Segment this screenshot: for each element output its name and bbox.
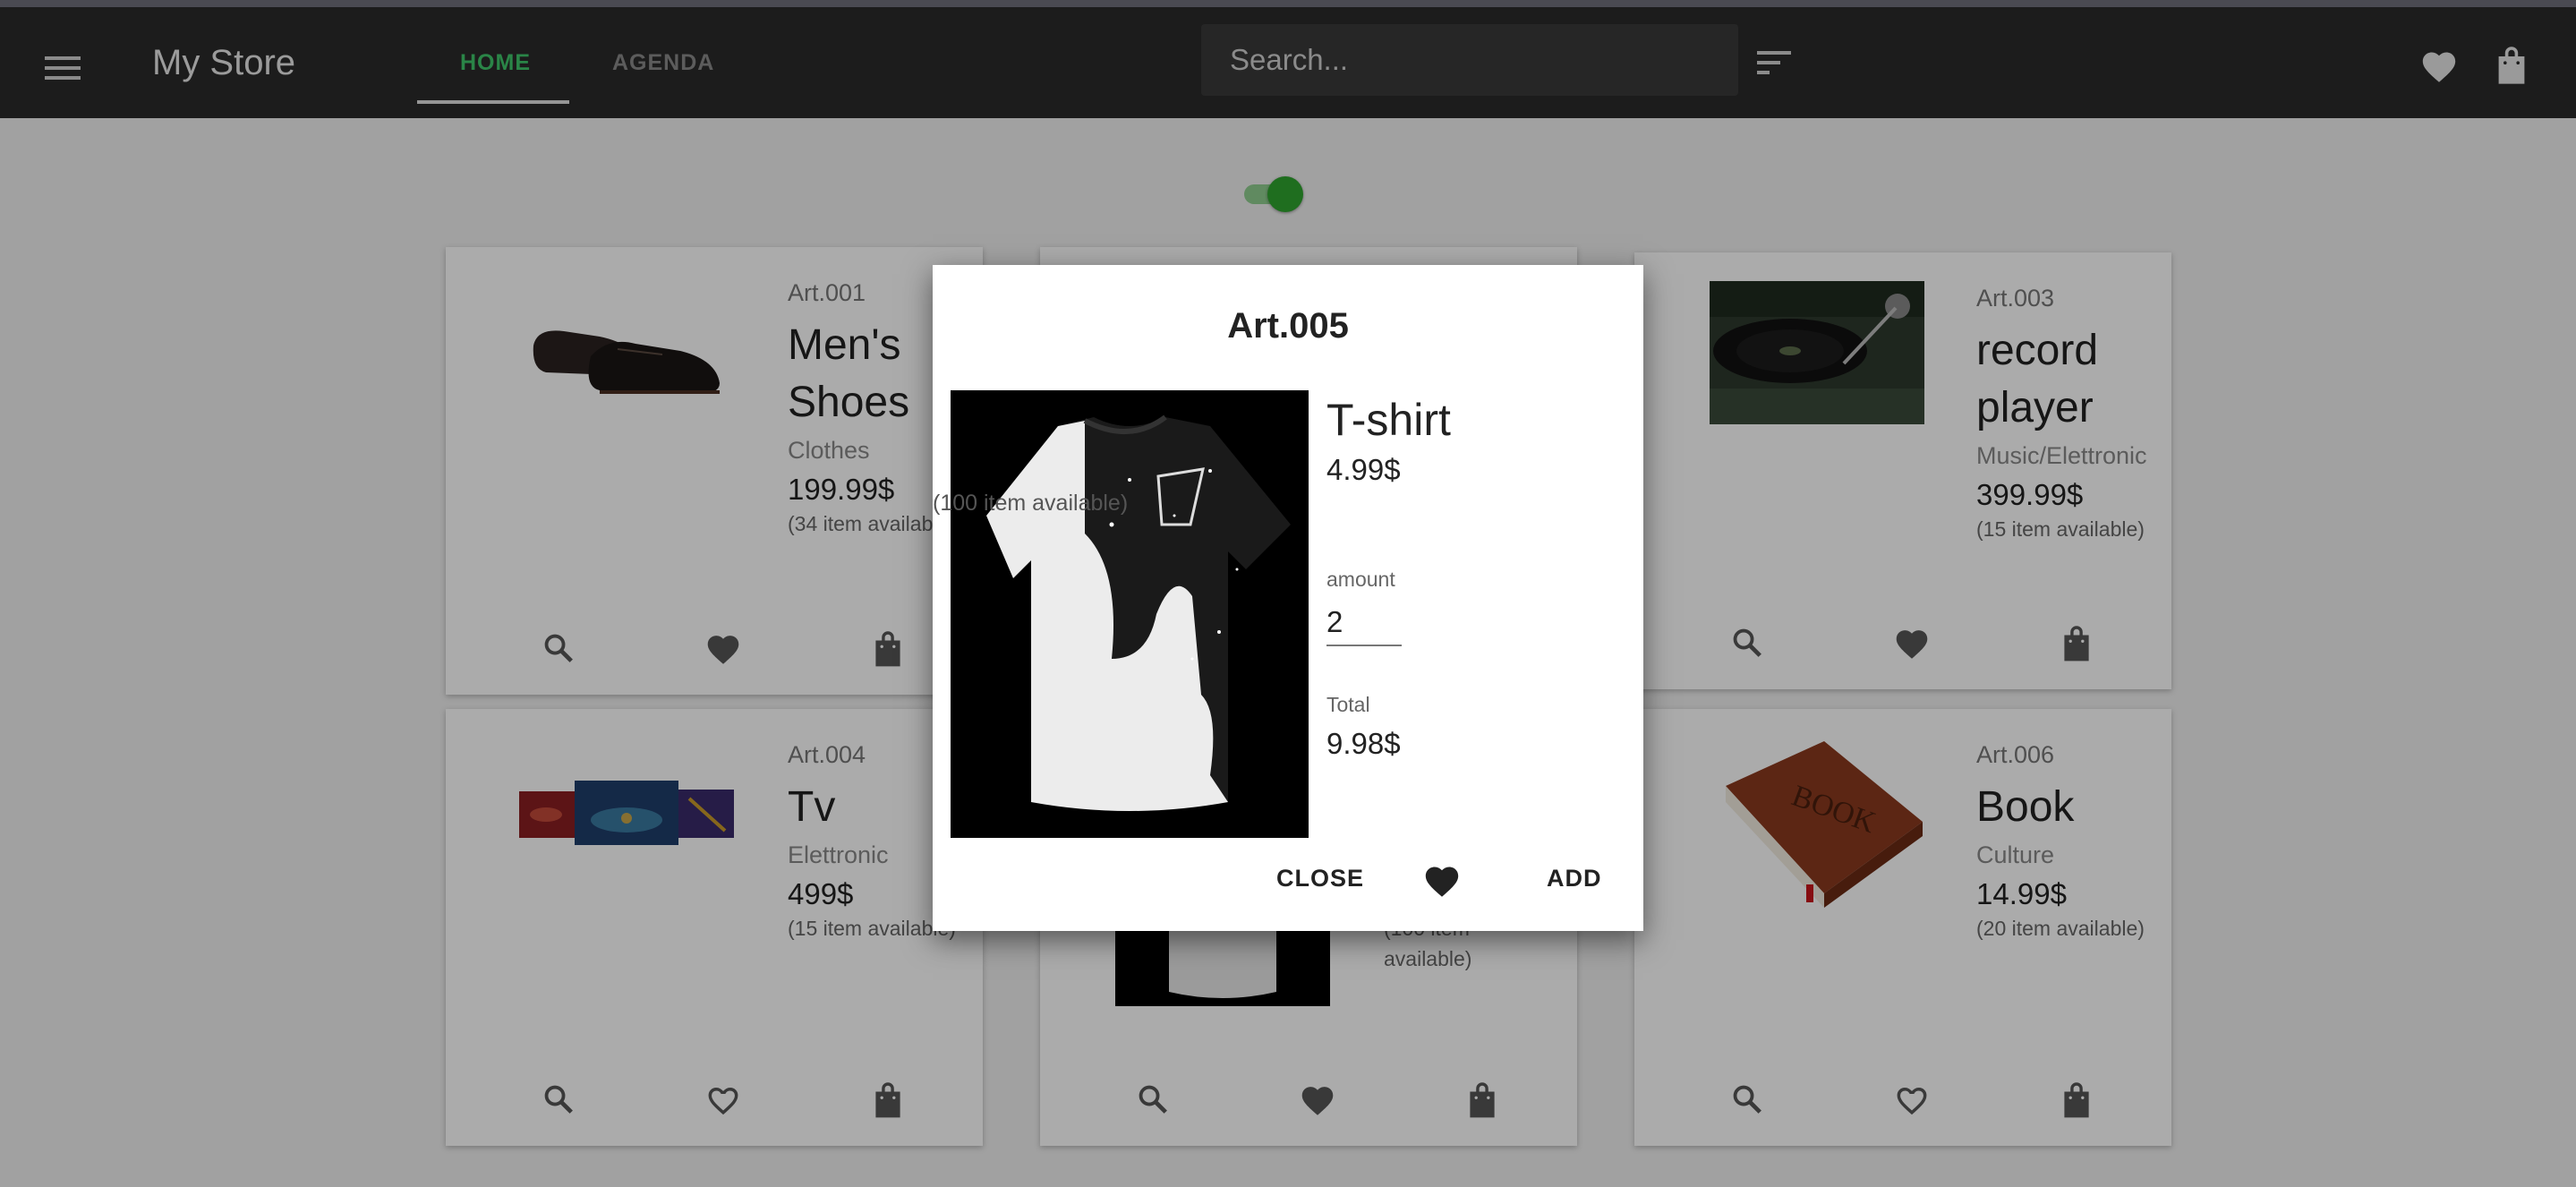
dialog-product-price: 4.99$ — [1326, 453, 1401, 486]
total-value: 9.98$ — [1326, 727, 1401, 760]
dialog-product-image — [951, 390, 1309, 838]
heart-filled-icon — [1425, 867, 1459, 897]
tshirt-image — [951, 390, 1309, 838]
dialog-product-availability: (100 item available) — [933, 491, 1129, 516]
window-top-strip — [0, 0, 2576, 7]
dialog-product-name: T-shirt — [1326, 395, 1451, 445]
amount-input[interactable] — [1326, 600, 1402, 645]
amount-field — [1326, 600, 1402, 646]
add-to-cart-button[interactable]: ADD — [1547, 865, 1602, 892]
total-label: Total — [1326, 693, 1370, 716]
dialog-title: Art.005 — [1227, 306, 1349, 346]
dialog-favorite-button[interactable] — [1421, 859, 1463, 901]
product-dialog: Art.005 T-shirt 4.99$ (100 item availabl… — [933, 265, 1643, 931]
amount-label: amount — [1326, 568, 1395, 591]
close-button[interactable]: CLOSE — [1276, 865, 1364, 892]
